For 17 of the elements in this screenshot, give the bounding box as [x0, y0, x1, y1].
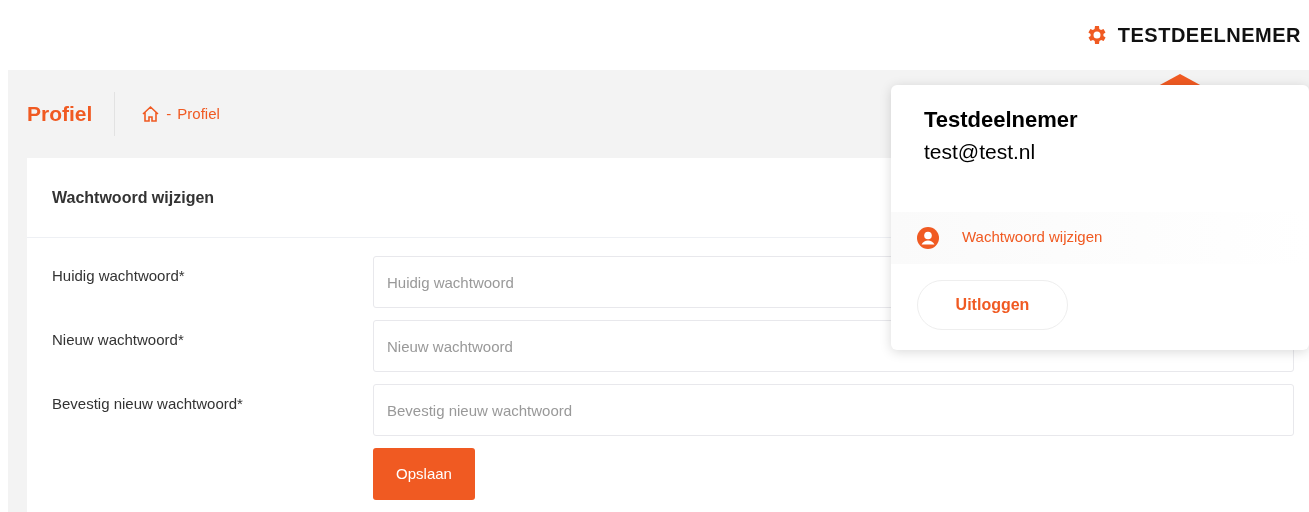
page-title: Profiel: [27, 101, 94, 128]
user-menu-button[interactable]: TESTDEELNEMER: [1083, 20, 1301, 50]
card-title: Wachtwoord wijzigen: [52, 187, 215, 208]
logout-button[interactable]: Uitloggen: [917, 279, 1068, 330]
input-field[interactable]: Bevestig nieuw wachtwoord: [373, 384, 1294, 436]
user-icon: [916, 225, 940, 250]
menu-item[interactable]: Wachtwoord wijzigen: [891, 211, 1309, 264]
field-label: Nieuw wachtwoord*: [51, 330, 185, 350]
home-icon[interactable]: [141, 105, 161, 123]
user-email: test@test.nl: [924, 139, 1037, 165]
field-label: Huidig wachtwoord*: [51, 266, 186, 286]
input-field[interactable]: Nieuw wachtwoord: [373, 320, 1294, 372]
breadcrumb-separator: -: [166, 103, 172, 124]
breadcrumb-link[interactable]: Profiel: [177, 102, 220, 126]
save-button[interactable]: Opslaan: [373, 448, 475, 500]
user-name: Testdeelnemer: [924, 106, 1079, 134]
field-label: Bevestig nieuw wachtwoord*: [51, 394, 244, 414]
